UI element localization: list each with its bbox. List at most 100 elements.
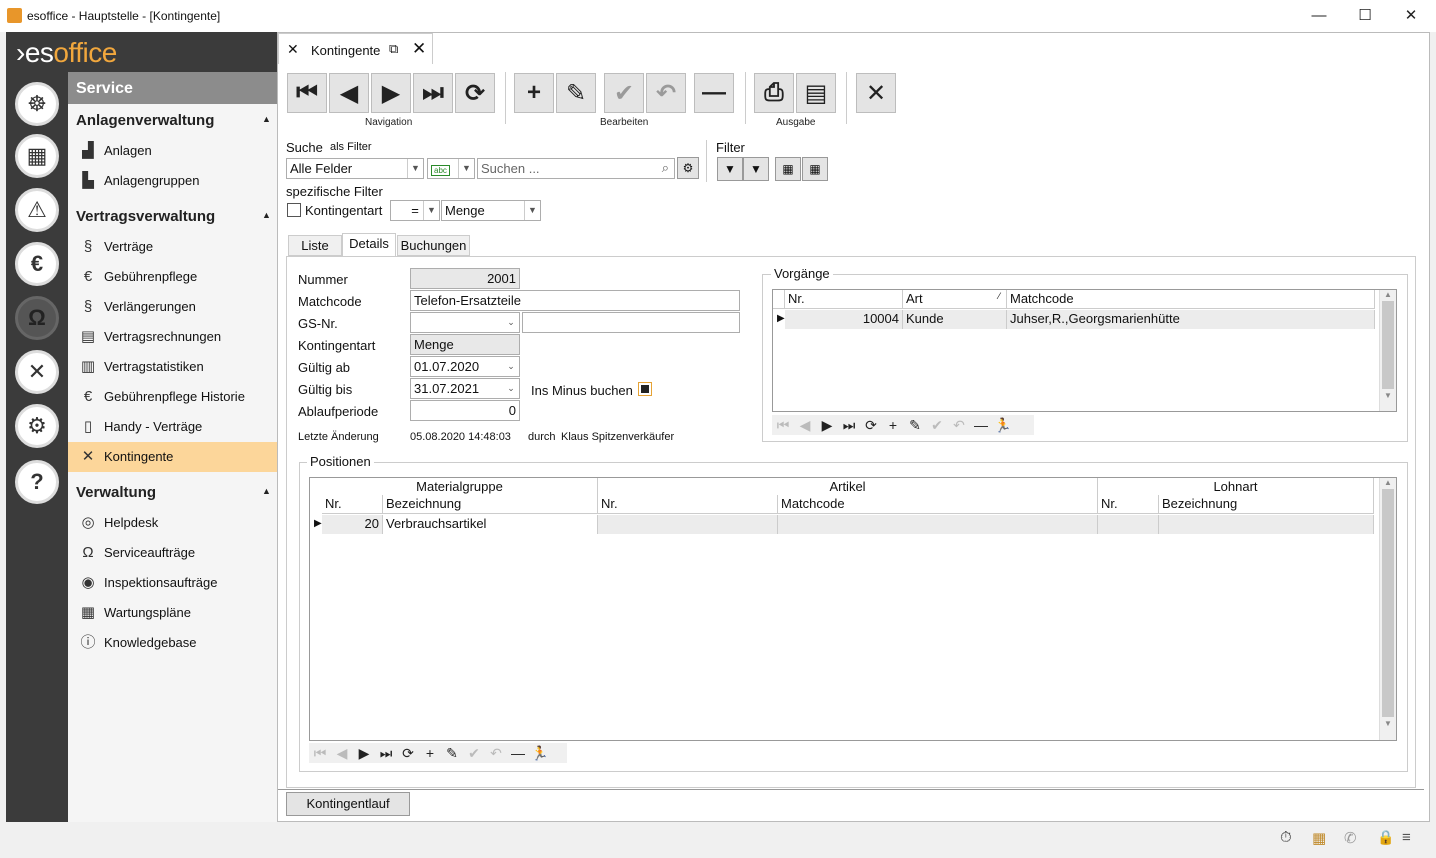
helm-icon[interactable]: ☸ bbox=[15, 82, 59, 126]
gueltig-bis-field[interactable]: 31.07.2021 ⌄ bbox=[410, 378, 520, 399]
group-anlagenverwaltung[interactable]: Anlagenverwaltung ▲ bbox=[76, 112, 271, 129]
last-icon[interactable]: ⏭ bbox=[838, 417, 860, 434]
vorgaenge-scrollbar[interactable]: ▲ ▼ bbox=[1379, 290, 1396, 411]
nav-item-kontingente[interactable]: ✕ Kontingente bbox=[68, 442, 277, 472]
group-verwaltung[interactable]: Verwaltung ▲ bbox=[76, 484, 271, 501]
col-art-matchcode[interactable]: Matchcode bbox=[778, 495, 1098, 514]
phone-icon[interactable]: ✆ bbox=[1344, 829, 1357, 847]
col-art-nr[interactable]: Nr. bbox=[598, 495, 778, 514]
nav-item-gebuehrenpflege[interactable]: € Gebührenpflege bbox=[68, 262, 277, 292]
database-icon[interactable]: ≡ bbox=[1402, 829, 1411, 846]
refresh-icon[interactable]: ⟳ bbox=[860, 417, 882, 434]
vorgang-nr[interactable]: 10004 bbox=[785, 310, 903, 329]
nav-item-knowledgebase[interactable]: ⓘ Knowledgebase bbox=[68, 628, 277, 658]
kontingentart-checkbox[interactable] bbox=[287, 203, 301, 217]
ablaufperiode-field[interactable]: 0 bbox=[410, 400, 520, 421]
nav-item-wartungsplaene[interactable]: ▦ Wartungspläne bbox=[68, 598, 277, 628]
tools-icon[interactable]: ✕ bbox=[15, 350, 59, 394]
refresh-button[interactable]: ⟳ bbox=[455, 73, 495, 113]
nav-item-vertragstatistiken[interactable]: ▥ Vertragstatistiken bbox=[68, 352, 277, 382]
print-button[interactable]: ⎙ bbox=[754, 73, 794, 113]
edit-icon[interactable]: ✎ bbox=[441, 745, 463, 762]
filter-multi-icon[interactable]: ▦ bbox=[802, 157, 828, 181]
prev-icon[interactable]: ◀ bbox=[794, 417, 816, 434]
prev-icon[interactable]: ◀ bbox=[331, 745, 353, 762]
gears-icon[interactable]: ⚙ bbox=[15, 404, 59, 448]
group-vertragsverwaltung[interactable]: Vertragsverwaltung ▲ bbox=[76, 208, 271, 225]
nav-item-gebuehrenpflege-historie[interactable]: € Gebührenpflege Historie bbox=[68, 382, 277, 412]
col-lohn-bezeichnung[interactable]: Bezeichnung bbox=[1159, 495, 1374, 514]
col-matchcode[interactable]: Matchcode bbox=[1007, 290, 1375, 309]
help-icon[interactable]: ? bbox=[15, 460, 59, 504]
nav-item-inspektionsauftraege[interactable]: ◉ Inspektionsaufträge bbox=[68, 568, 277, 598]
minimize-button[interactable]: — bbox=[1296, 4, 1342, 28]
close-form-button[interactable]: ✕ bbox=[856, 73, 896, 113]
popout-icon[interactable]: ⧉ bbox=[389, 41, 398, 57]
col-lohn-nr[interactable]: Nr. bbox=[1098, 495, 1159, 514]
delete-icon[interactable]: — bbox=[507, 745, 529, 761]
save-icon[interactable]: ✔ bbox=[463, 745, 485, 762]
pos-lohn-nr[interactable] bbox=[1098, 515, 1159, 534]
search-input[interactable]: Suchen ... ⌕ bbox=[477, 158, 675, 179]
first-record-button[interactable]: ⏮ bbox=[287, 73, 327, 113]
next-icon[interactable]: ▶ bbox=[816, 417, 838, 434]
first-icon[interactable]: ⏮ bbox=[772, 417, 794, 434]
nav-item-vertragsrechnungen[interactable]: ▤ Vertragsrechnungen bbox=[68, 322, 277, 352]
search-mode-select[interactable]: abc ▼ bbox=[427, 158, 475, 179]
run-icon[interactable]: 🏃 bbox=[992, 417, 1014, 434]
next-icon[interactable]: ▶ bbox=[353, 745, 375, 762]
close-tab-icon[interactable]: ✕ bbox=[412, 39, 426, 59]
grid-icon[interactable]: ▦ bbox=[15, 134, 59, 178]
maximize-button[interactable]: ☐ bbox=[1342, 4, 1388, 28]
headset-icon[interactable]: Ω bbox=[15, 296, 59, 340]
add-icon[interactable]: + bbox=[882, 417, 904, 433]
kontingentart-field[interactable]: Menge bbox=[410, 334, 520, 355]
close-window-button[interactable]: ✕ bbox=[1388, 4, 1434, 28]
run-icon[interactable]: 🏃 bbox=[529, 745, 551, 762]
alarm-icon[interactable]: ⚠ bbox=[15, 188, 59, 232]
filter-select-icon[interactable]: ▦ bbox=[775, 157, 801, 181]
col-mg-nr[interactable]: Nr. bbox=[322, 495, 383, 514]
pos-art-matchcode[interactable] bbox=[778, 515, 1098, 534]
last-record-button[interactable]: ⏭ bbox=[413, 73, 453, 113]
tab-kontingente[interactable]: ✕ Kontingente ⧉ ✕ bbox=[278, 33, 433, 64]
nav-item-handy-vertraege[interactable]: ▯ Handy - Verträge bbox=[68, 412, 277, 442]
tab-liste[interactable]: Liste bbox=[288, 235, 342, 256]
ins-minus-checkbox[interactable] bbox=[638, 382, 652, 396]
pos-lohn-bezeichnung[interactable] bbox=[1159, 515, 1374, 534]
search-field-select[interactable]: Alle Felder ▼ bbox=[286, 158, 424, 179]
gs-select[interactable]: ⌄ bbox=[410, 312, 520, 333]
gs-name-field[interactable] bbox=[522, 312, 740, 333]
nummer-field[interactable]: 2001 bbox=[410, 268, 520, 289]
add-icon[interactable]: + bbox=[419, 745, 441, 761]
prev-record-button[interactable]: ◀ bbox=[329, 73, 369, 113]
export-button[interactable]: ▤ bbox=[796, 73, 836, 113]
col-mg-bezeichnung[interactable]: Bezeichnung bbox=[383, 495, 598, 514]
nav-item-anlagen[interactable]: ▟ Anlagen bbox=[68, 136, 277, 166]
lock-icon[interactable]: 🔒 bbox=[1377, 829, 1394, 846]
refresh-icon[interactable]: ⟳ bbox=[397, 745, 419, 762]
add-button[interactable]: + bbox=[514, 73, 554, 113]
tab-details[interactable]: Details bbox=[342, 233, 396, 256]
delete-icon[interactable]: — bbox=[970, 417, 992, 433]
filter-check-icon[interactable]: ▼ bbox=[743, 157, 769, 181]
kontingentlauf-button[interactable]: Kontingentlauf bbox=[286, 792, 410, 816]
nav-item-anlagengruppen[interactable]: ▙ Anlagengruppen bbox=[68, 166, 277, 196]
undo-icon[interactable]: ↶ bbox=[485, 745, 507, 762]
col-art[interactable]: Art ⁄ bbox=[903, 290, 1007, 309]
pos-mg-bezeichnung[interactable]: Verbrauchsartikel bbox=[383, 515, 598, 534]
first-icon[interactable]: ⏮ bbox=[309, 745, 331, 762]
kontingentart-value-select[interactable]: Menge ▼ bbox=[441, 200, 541, 221]
save-button[interactable]: ✔ bbox=[604, 73, 644, 113]
next-record-button[interactable]: ▶ bbox=[371, 73, 411, 113]
col-nr[interactable]: Nr. bbox=[785, 290, 903, 309]
pos-art-nr[interactable] bbox=[598, 515, 778, 534]
edit-icon[interactable]: ✎ bbox=[904, 417, 926, 434]
money-icon[interactable]: € bbox=[15, 242, 59, 286]
vorgang-matchcode[interactable]: Juhser,R.,Georgsmarienhütte bbox=[1007, 310, 1375, 329]
delete-button[interactable]: — bbox=[694, 73, 734, 113]
nav-item-verlaengerungen[interactable]: § Verlängerungen bbox=[68, 292, 277, 322]
nav-item-helpdesk[interactable]: ◎ Helpdesk bbox=[68, 508, 277, 538]
nav-item-vertraege[interactable]: § Verträge bbox=[68, 232, 277, 262]
stopwatch-icon[interactable]: ⏱ bbox=[1280, 829, 1292, 846]
